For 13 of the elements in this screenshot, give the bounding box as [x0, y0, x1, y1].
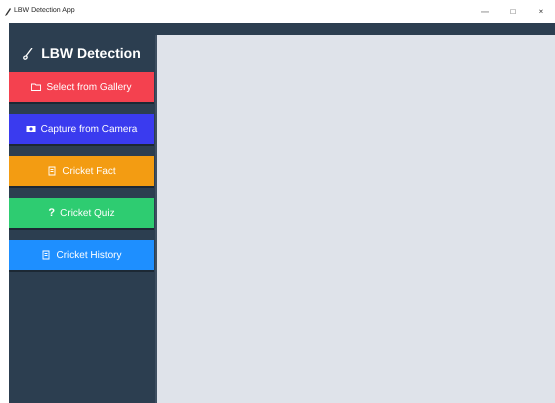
sidebar-button[interactable]: Select from Gallery [9, 72, 154, 102]
maximize-button[interactable]: □ [499, 6, 527, 18]
folder-icon [31, 82, 42, 92]
sidebar-button[interactable]: Capture from Camera [9, 114, 154, 144]
close-button[interactable]: × [527, 6, 555, 18]
app-title: LBW Detection [41, 44, 141, 63]
scroll-icon [47, 166, 58, 176]
camera-icon [26, 124, 36, 134]
minimize-button[interactable]: — [471, 6, 499, 18]
scroll-icon [41, 250, 52, 260]
question-icon: ? [48, 204, 56, 222]
pen-icon [23, 48, 34, 60]
app-icon [5, 8, 11, 16]
